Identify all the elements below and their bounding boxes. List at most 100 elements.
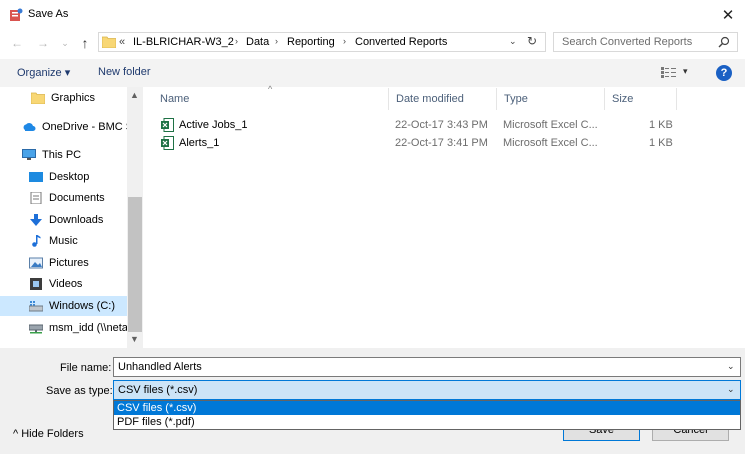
sidebar-item-label: Graphics xyxy=(51,92,96,104)
search-icon[interactable] xyxy=(718,36,730,48)
sidebar-item-onedrive[interactable]: OneDrive - BMC S xyxy=(0,117,127,137)
drive-icon xyxy=(29,301,43,312)
back-arrow-icon: ← xyxy=(11,36,23,50)
column-header-date[interactable]: Date modified xyxy=(389,88,497,110)
recent-locations-button[interactable]: ⌄ xyxy=(57,35,73,51)
breadcrumb-item[interactable]: Converted Reports xyxy=(355,36,447,48)
folder-icon xyxy=(31,92,45,104)
file-type-dropdown-list: CSV files (*.csv) PDF files (*.pdf) xyxy=(113,400,741,430)
file-row[interactable]: Alerts_1 22-Oct-17 3:41 PM Microsoft Exc… xyxy=(153,134,693,152)
close-icon: ✕ xyxy=(721,7,735,24)
documents-icon xyxy=(30,192,42,204)
back-button[interactable]: ← xyxy=(9,35,25,51)
file-date: 22-Oct-17 3:43 PM xyxy=(395,119,488,131)
breadcrumb-separator[interactable]: › xyxy=(235,36,238,46)
view-options-icon[interactable] xyxy=(661,67,677,78)
file-name-label: File name: xyxy=(60,362,112,374)
close-button[interactable]: ✕ xyxy=(716,4,740,26)
sidebar-item-label: Downloads xyxy=(49,214,104,226)
file-type: Microsoft Excel C... xyxy=(503,119,598,131)
column-label: Name xyxy=(160,93,190,105)
file-name-value: Unhandled Alerts xyxy=(118,361,202,373)
up-button[interactable]: ↑ xyxy=(77,35,93,51)
save-as-type-value: CSV files (*.csv) xyxy=(118,384,198,396)
column-header-type[interactable]: Type xyxy=(497,88,605,110)
column-header-size[interactable]: Size xyxy=(605,88,677,110)
excel-file-icon xyxy=(161,118,174,132)
file-name: Alerts_1 xyxy=(179,137,220,149)
sidebar-item-graphics[interactable]: Graphics xyxy=(0,88,127,108)
dropdown-option-pdf[interactable]: PDF files (*.pdf) xyxy=(114,415,740,429)
sidebar-item-label: Windows (C:) xyxy=(49,300,116,312)
sidebar-item-label: OneDrive - BMC S xyxy=(42,121,127,133)
sidebar-item-label: Music xyxy=(49,235,78,247)
overflow-breadcrumb[interactable]: « xyxy=(119,36,125,48)
new-folder-button[interactable]: New folder xyxy=(98,66,151,78)
navigation-pane: Graphics OneDrive - BMC S This PC Deskto… xyxy=(0,87,143,348)
command-bar: Organize ▾ New folder ▾ ? xyxy=(0,59,745,87)
scroll-up-icon[interactable]: ▲ xyxy=(130,90,139,100)
sidebar-item-music[interactable]: Music xyxy=(0,231,127,251)
search-placeholder: Search Converted Reports xyxy=(562,36,693,48)
sidebar-item-msm-idd[interactable]: msm_idd (\\neta xyxy=(0,318,127,338)
scrollbar-thumb[interactable] xyxy=(128,197,142,332)
sidebar-item-label: This PC xyxy=(42,149,82,161)
search-input[interactable]: Search Converted Reports xyxy=(553,32,738,52)
hide-folders-button[interactable]: ^ Hide Folders xyxy=(13,428,84,440)
sidebar-scrollbar[interactable]: ▲ ▼ xyxy=(127,87,143,348)
file-name: Active Jobs_1 xyxy=(179,119,248,131)
music-icon xyxy=(32,235,41,247)
excel-file-icon xyxy=(161,136,174,150)
breadcrumb-item[interactable]: IL-BLRICHAR-W3_2 xyxy=(133,36,234,48)
organize-menu[interactable]: Organize ▾ xyxy=(17,66,70,79)
chevron-down-icon: ⌄ xyxy=(61,37,69,48)
forward-arrow-icon: → xyxy=(37,36,49,50)
sidebar-item-windows-c[interactable]: Windows (C:) xyxy=(0,296,127,316)
sidebar-item-label: Videos xyxy=(49,278,83,290)
sidebar-item-documents[interactable]: Documents xyxy=(0,188,127,208)
sort-ascending-icon: ^ xyxy=(268,84,273,94)
sidebar-item-videos[interactable]: Videos xyxy=(0,274,127,294)
sidebar-item-label: msm_idd (\\neta xyxy=(49,322,127,334)
breadcrumb-separator[interactable]: › xyxy=(343,36,346,46)
column-header-name[interactable]: Name ^ xyxy=(153,84,389,110)
file-type: Microsoft Excel C... xyxy=(503,137,598,149)
scroll-down-icon[interactable]: ▼ xyxy=(130,334,139,344)
file-size: 1 KB xyxy=(649,137,673,149)
sidebar-item-downloads[interactable]: Downloads xyxy=(0,210,127,230)
pc-icon xyxy=(22,149,36,160)
file-name-input[interactable]: Unhandled Alerts ⌄ xyxy=(113,357,741,377)
forward-button[interactable]: → xyxy=(35,35,51,51)
column-label: Type xyxy=(504,93,528,105)
address-bar[interactable]: « IL-BLRICHAR-W3_2 › Data › Reporting › … xyxy=(98,32,546,52)
sidebar-item-label: Desktop xyxy=(49,171,90,183)
sidebar-item-this-pc[interactable]: This PC xyxy=(0,145,127,165)
folder-icon xyxy=(102,36,116,48)
breadcrumb-separator[interactable]: › xyxy=(275,36,278,46)
help-icon[interactable]: ? xyxy=(716,65,732,81)
sidebar-item-pictures[interactable]: Pictures xyxy=(0,253,127,273)
breadcrumb-item[interactable]: Data xyxy=(246,36,269,48)
dropdown-option-csv[interactable]: CSV files (*.csv) xyxy=(114,401,740,415)
pictures-icon xyxy=(29,257,43,269)
sidebar-item-desktop[interactable]: Desktop xyxy=(0,167,127,187)
breadcrumb-item[interactable]: Reporting xyxy=(287,36,335,48)
chevron-down-icon[interactable]: ⌄ xyxy=(727,384,735,395)
view-dropdown-icon[interactable]: ▾ xyxy=(683,66,688,77)
save-as-type-label: Save as type: xyxy=(46,385,113,397)
downloads-icon xyxy=(30,214,42,226)
onedrive-icon xyxy=(23,122,36,131)
sidebar-item-label: Pictures xyxy=(49,257,89,269)
file-row[interactable]: Active Jobs_1 22-Oct-17 3:43 PM Microsof… xyxy=(153,116,693,134)
videos-icon xyxy=(30,278,42,290)
desktop-icon xyxy=(29,172,43,182)
file-list-header: Name ^ Date modified Type Size xyxy=(153,84,743,110)
refresh-icon[interactable]: ↻ xyxy=(527,34,537,48)
chevron-down-icon[interactable]: ⌄ xyxy=(727,361,735,372)
sidebar-item-label: Documents xyxy=(49,192,105,204)
address-dropdown-icon[interactable]: ⌄ xyxy=(509,36,517,47)
file-date: 22-Oct-17 3:41 PM xyxy=(395,137,488,149)
column-label: Size xyxy=(612,93,634,105)
save-as-type-select[interactable]: CSV files (*.csv) ⌄ xyxy=(113,380,741,400)
column-label: Date modified xyxy=(396,93,464,105)
